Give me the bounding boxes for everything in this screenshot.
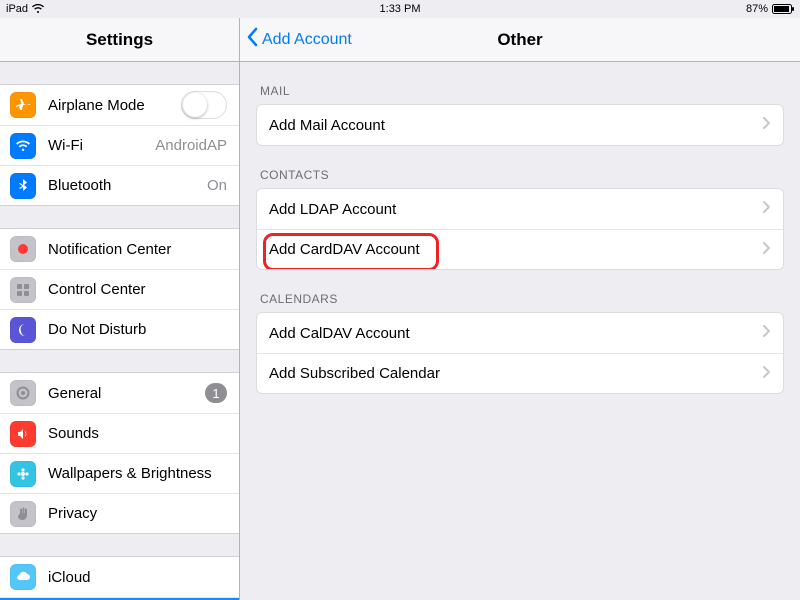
status-time: 1:33 PM — [380, 3, 421, 15]
hand-icon — [10, 501, 36, 527]
sidebar-item-label: Privacy — [48, 505, 227, 522]
chevron-right-icon — [762, 241, 771, 259]
sidebar-item-detail: AndroidAP — [155, 137, 227, 154]
section-header: CONTACTS — [260, 168, 784, 182]
detail-header: Add Account Other — [240, 18, 800, 62]
chevron-left-icon — [246, 27, 260, 52]
gear-icon — [10, 380, 36, 406]
sidebar-item-bluetooth[interactable]: BluetoothOn — [0, 165, 239, 205]
sidebar-item-label: Wi-Fi — [48, 137, 155, 154]
sidebar-item-label: Control Center — [48, 281, 227, 298]
back-label: Add Account — [262, 31, 352, 49]
sidebar-item-label: Wallpapers & Brightness — [48, 465, 227, 482]
cell-add-caldav-account[interactable]: Add CalDAV Account — [257, 313, 783, 353]
sidebar-item-label: General — [48, 385, 205, 402]
chevron-right-icon — [762, 200, 771, 218]
moon-icon — [10, 317, 36, 343]
chevron-right-icon — [762, 365, 771, 383]
airplane-toggle[interactable] — [181, 91, 227, 119]
speaker-icon — [10, 421, 36, 447]
sidebar-item-wallpapers[interactable]: Wallpapers & Brightness — [0, 453, 239, 493]
cell-label: Add Mail Account — [269, 117, 762, 134]
bluetooth-icon — [10, 173, 36, 199]
sidebar-item-label: iCloud — [48, 569, 227, 586]
detail-body[interactable]: MAIL Add Mail Account CONTACTS Add LDAP Acc… — [240, 62, 800, 600]
cell-label: Add CardDAV Account — [269, 241, 762, 258]
status-bar: iPad 1:33 PM 87% — [0, 0, 800, 18]
cell-label: Add CalDAV Account — [269, 325, 762, 342]
cell-add-mail-account[interactable]: Add Mail Account — [257, 105, 783, 145]
flower-icon — [10, 461, 36, 487]
sidebar-title: Settings — [0, 18, 239, 62]
cell-add-ldap-account[interactable]: Add LDAP Account — [257, 189, 783, 229]
cell-add-carddav-account[interactable]: Add CardDAV Account — [257, 229, 783, 269]
sidebar-item-wifi[interactable]: Wi-FiAndroidAP — [0, 125, 239, 165]
status-battery-pct: 87% — [746, 3, 768, 15]
notification-icon — [10, 236, 36, 262]
sidebar-item-controlcenter[interactable]: Control Center — [0, 269, 239, 309]
sidebar-item-general[interactable]: General1 — [0, 373, 239, 413]
status-device: iPad — [6, 3, 28, 15]
cloud-icon — [10, 564, 36, 590]
wifi-icon — [32, 4, 44, 14]
section-header: MAIL — [260, 84, 784, 98]
section-header: CALENDARS — [260, 292, 784, 306]
badge: 1 — [205, 383, 227, 403]
airplane-icon — [10, 92, 36, 118]
sidebar-item-label: Sounds — [48, 425, 227, 442]
detail-pane: Add Account Other MAIL Add Mail Account CO… — [240, 18, 800, 600]
settings-sidebar: Settings Airplane ModeWi-FiAndroidAPBlue… — [0, 18, 240, 600]
wifi-icon — [10, 133, 36, 159]
cell-label: Add LDAP Account — [269, 201, 762, 218]
sidebar-item-label: Do Not Disturb — [48, 321, 227, 338]
sidebar-item-label: Bluetooth — [48, 177, 207, 194]
battery-icon — [772, 4, 794, 14]
sidebar-item-label: Airplane Mode — [48, 97, 181, 114]
sidebar-scroll[interactable]: Airplane ModeWi-FiAndroidAPBluetoothOnNo… — [0, 62, 239, 600]
sidebar-item-notifications[interactable]: Notification Center — [0, 229, 239, 269]
sidebar-item-detail: On — [207, 177, 227, 194]
back-button[interactable]: Add Account — [240, 27, 352, 52]
sidebar-item-privacy[interactable]: Privacy — [0, 493, 239, 533]
chevron-right-icon — [762, 324, 771, 342]
controlcenter-icon — [10, 277, 36, 303]
sidebar-item-label: Notification Center — [48, 241, 227, 258]
sidebar-item-sounds[interactable]: Sounds — [0, 413, 239, 453]
sidebar-item-icloud[interactable]: iCloud — [0, 557, 239, 597]
cell-add-subscribed-calendar[interactable]: Add Subscribed Calendar — [257, 353, 783, 393]
sidebar-item-airplane[interactable]: Airplane Mode — [0, 85, 239, 125]
cell-label: Add Subscribed Calendar — [269, 365, 762, 382]
chevron-right-icon — [762, 116, 771, 134]
sidebar-item-dnd[interactable]: Do Not Disturb — [0, 309, 239, 349]
page-title: Other — [497, 30, 542, 50]
